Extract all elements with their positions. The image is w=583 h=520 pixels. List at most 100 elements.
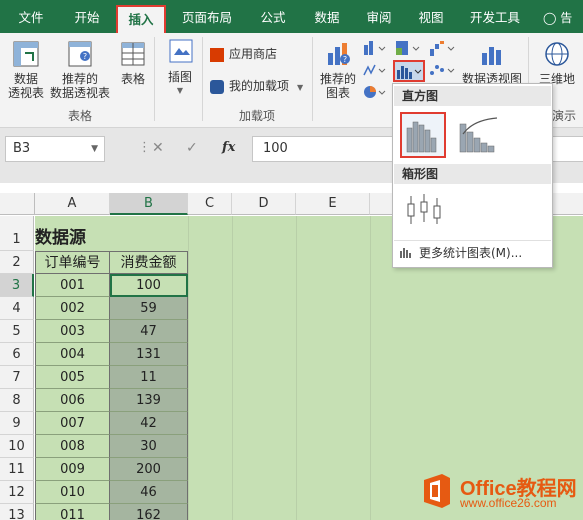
recommended-charts-button[interactable]: ? 推荐的 图表: [316, 39, 360, 100]
cell-order-id[interactable]: 008: [35, 435, 110, 458]
cell-order-id[interactable]: 005: [35, 366, 110, 389]
pivot-table-button[interactable]: 数据 透视表: [4, 39, 48, 100]
watermark-url: www.office26.com: [460, 496, 557, 510]
group-separator: [202, 37, 203, 121]
tab-page-layout[interactable]: 页面布局: [174, 6, 240, 30]
illustrations-label: 插图: [167, 70, 192, 84]
histogram-chart-option[interactable]: [400, 112, 446, 158]
cell-order-id[interactable]: 006: [35, 389, 110, 412]
row-header-6[interactable]: 6: [0, 343, 34, 366]
recommended-pivot-icon: ?: [68, 41, 92, 67]
boxplot-chart-option[interactable]: [401, 190, 447, 236]
svg-text:?: ?: [343, 55, 347, 64]
name-box[interactable]: B3 ▼: [5, 136, 105, 162]
chevron-down-icon[interactable]: ▼: [91, 137, 98, 161]
pivot-table-icon: [13, 41, 39, 67]
cell-order-id[interactable]: 003: [35, 320, 110, 343]
gridline: [370, 216, 371, 520]
cell-amount[interactable]: 42: [110, 412, 188, 435]
tab-data[interactable]: 数据: [302, 6, 352, 30]
pie-chart-button[interactable]: [362, 83, 390, 103]
sheet-title[interactable]: 数据源: [35, 223, 86, 248]
row-header-8[interactable]: 8: [0, 389, 34, 412]
cell-order-id[interactable]: 001: [35, 274, 110, 297]
tab-insert[interactable]: 插入: [116, 5, 166, 33]
cell-amount[interactable]: 162: [110, 504, 188, 520]
cell-amount[interactable]: 47: [110, 320, 188, 343]
row-header-11[interactable]: 11: [0, 458, 34, 481]
line-chart-button[interactable]: [362, 61, 390, 81]
row-header-12[interactable]: 12: [0, 481, 34, 504]
hierarchy-chart-button[interactable]: [394, 39, 424, 59]
cell-order-id[interactable]: 004: [35, 343, 110, 366]
column-header-d[interactable]: D: [232, 193, 296, 215]
header-amount[interactable]: 消费金额: [110, 251, 188, 274]
cell-amount[interactable]: 46: [110, 481, 188, 504]
lightbulb-icon: ◯: [543, 11, 557, 25]
table-button[interactable]: 表格: [114, 39, 152, 86]
illustrations-button[interactable]: 插图 ▼: [162, 37, 198, 98]
cell-order-id[interactable]: 002: [35, 297, 110, 320]
row-header-1[interactable]: 1: [0, 216, 34, 251]
ribbon-tab-bar: 文件 开始 插入 页面布局 公式 数据 审阅 视图 开发工具 ◯ 告: [0, 0, 583, 33]
row-header-4[interactable]: 4: [0, 297, 34, 320]
column-header-b[interactable]: B: [110, 193, 188, 215]
scatter-chart-button[interactable]: [428, 61, 458, 81]
cell-order-id[interactable]: 011: [35, 504, 110, 520]
histogram-small-icon: [399, 246, 413, 261]
column-header-c[interactable]: C: [188, 193, 232, 215]
pivot-chart-button[interactable]: 数据透视图: [460, 39, 524, 86]
cell-amount[interactable]: 200: [110, 458, 188, 481]
map3d-button[interactable]: 三维地: [532, 39, 582, 86]
insert-function-button[interactable]: fx: [222, 140, 235, 155]
cell-order-id[interactable]: 009: [35, 458, 110, 481]
row-header-10[interactable]: 10: [0, 435, 34, 458]
store-button[interactable]: 应用商店: [210, 45, 277, 62]
recommended-pivot-button[interactable]: ? 推荐的 数据透视表: [48, 39, 112, 100]
cell-amount[interactable]: 131: [110, 343, 188, 366]
cell-amount[interactable]: 11: [110, 366, 188, 389]
column-header-a[interactable]: A: [35, 193, 110, 215]
pivot-chart-icon: [482, 47, 501, 65]
group-label-tables: 表格: [67, 109, 92, 123]
statistic-chart-button[interactable]: [393, 60, 425, 82]
tab-review[interactable]: 审阅: [354, 6, 404, 30]
row-header-2[interactable]: 2: [0, 251, 34, 274]
dots-icon: ⋮: [138, 140, 151, 155]
header-order-id[interactable]: 订单编号: [35, 251, 110, 274]
divider: [394, 240, 551, 241]
cancel-icon[interactable]: ✕: [152, 140, 164, 156]
row-header-3[interactable]: 3: [0, 274, 34, 297]
histogram-section-header: 直方图: [394, 86, 551, 106]
tab-developer[interactable]: 开发工具: [462, 6, 528, 30]
pie-chart-icon: [364, 86, 386, 98]
row-header-9[interactable]: 9: [0, 412, 34, 435]
enter-icon[interactable]: ✓: [186, 140, 198, 156]
tab-home[interactable]: 开始: [62, 6, 112, 30]
store-icon: [210, 47, 224, 62]
tell-me-search[interactable]: ◯ 告: [543, 6, 583, 30]
column-chart-button[interactable]: [362, 39, 390, 59]
row-header-7[interactable]: 7: [0, 366, 34, 389]
more-statistic-charts-label: 更多统计图表(M)...: [419, 246, 523, 260]
cell-amount[interactable]: 59: [110, 297, 188, 320]
my-addins-button[interactable]: 我的加载项 ▼: [210, 77, 303, 94]
cell-amount[interactable]: 139: [110, 389, 188, 412]
more-statistic-charts-item[interactable]: 更多统计图表(M)...: [399, 244, 522, 261]
row-header-13[interactable]: 13: [0, 504, 34, 520]
row-header-5[interactable]: 5: [0, 320, 34, 343]
recommended-charts-icon: ?: [328, 43, 350, 65]
select-all-corner[interactable]: [0, 193, 35, 215]
tab-view[interactable]: 视图: [406, 6, 456, 30]
tab-formulas[interactable]: 公式: [248, 6, 298, 30]
cell-order-id[interactable]: 007: [35, 412, 110, 435]
waterfall-chart-button[interactable]: [428, 39, 458, 59]
watermark: Office教程网 www.office26.com: [414, 466, 583, 516]
cell-order-id[interactable]: 010: [35, 481, 110, 504]
column-header-e[interactable]: E: [296, 193, 370, 215]
column-chart-icon: [364, 41, 386, 55]
gridline: [188, 216, 189, 520]
pareto-chart-option[interactable]: [455, 112, 501, 158]
cell-amount[interactable]: 30: [110, 435, 188, 458]
tab-file[interactable]: 文件: [6, 6, 56, 30]
